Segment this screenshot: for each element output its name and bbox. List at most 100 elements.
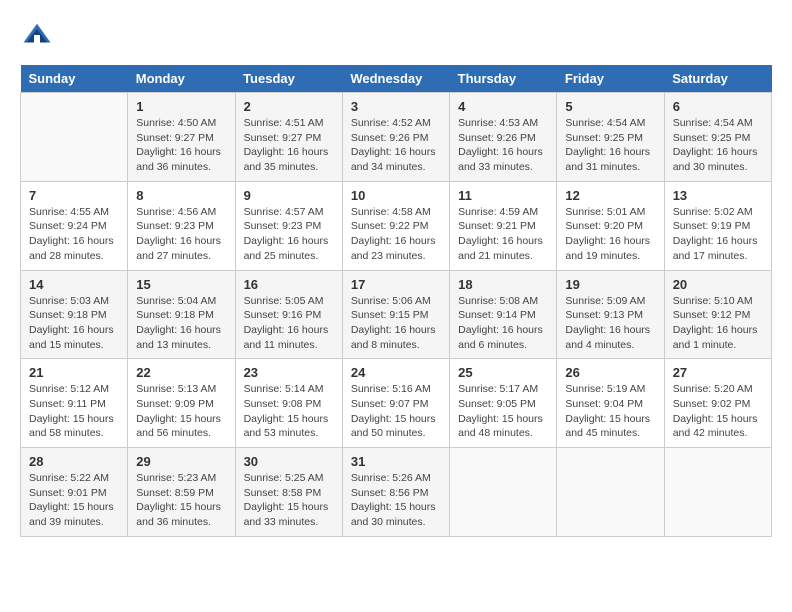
calendar-cell: 28 Sunrise: 5:22 AM Sunset: 9:01 PM Dayli… — [21, 448, 128, 537]
day-number: 12 — [565, 188, 655, 203]
calendar-cell: 10 Sunrise: 4:58 AM Sunset: 9:22 PM Dayli… — [342, 181, 449, 270]
day-info: Sunrise: 5:01 AM Sunset: 9:20 PM Dayligh… — [565, 205, 655, 264]
week-row-4: 21 Sunrise: 5:12 AM Sunset: 9:11 PM Dayli… — [21, 359, 772, 448]
day-info: Sunrise: 5:08 AM Sunset: 9:14 PM Dayligh… — [458, 294, 548, 353]
day-info: Sunrise: 4:53 AM Sunset: 9:26 PM Dayligh… — [458, 116, 548, 175]
day-number: 20 — [673, 277, 763, 292]
day-number: 10 — [351, 188, 441, 203]
calendar-cell: 8 Sunrise: 4:56 AM Sunset: 9:23 PM Daylig… — [128, 181, 235, 270]
day-number: 14 — [29, 277, 119, 292]
day-number: 4 — [458, 99, 548, 114]
header-day-tuesday: Tuesday — [235, 65, 342, 93]
day-info: Sunrise: 5:09 AM Sunset: 9:13 PM Dayligh… — [565, 294, 655, 353]
calendar-cell — [450, 448, 557, 537]
day-info: Sunrise: 5:16 AM Sunset: 9:07 PM Dayligh… — [351, 382, 441, 441]
day-number: 1 — [136, 99, 226, 114]
header-day-thursday: Thursday — [450, 65, 557, 93]
day-info: Sunrise: 4:55 AM Sunset: 9:24 PM Dayligh… — [29, 205, 119, 264]
calendar-cell: 20 Sunrise: 5:10 AM Sunset: 9:12 PM Dayli… — [664, 270, 771, 359]
day-number: 16 — [244, 277, 334, 292]
calendar-cell: 14 Sunrise: 5:03 AM Sunset: 9:18 PM Dayli… — [21, 270, 128, 359]
day-number: 2 — [244, 99, 334, 114]
calendar-cell: 7 Sunrise: 4:55 AM Sunset: 9:24 PM Daylig… — [21, 181, 128, 270]
day-info: Sunrise: 5:22 AM Sunset: 9:01 PM Dayligh… — [29, 471, 119, 530]
calendar-cell: 22 Sunrise: 5:13 AM Sunset: 9:09 PM Dayli… — [128, 359, 235, 448]
day-number: 15 — [136, 277, 226, 292]
calendar-cell: 2 Sunrise: 4:51 AM Sunset: 9:27 PM Daylig… — [235, 93, 342, 182]
week-row-5: 28 Sunrise: 5:22 AM Sunset: 9:01 PM Dayli… — [21, 448, 772, 537]
calendar-cell: 26 Sunrise: 5:19 AM Sunset: 9:04 PM Dayli… — [557, 359, 664, 448]
calendar-cell: 9 Sunrise: 4:57 AM Sunset: 9:23 PM Daylig… — [235, 181, 342, 270]
day-info: Sunrise: 5:17 AM Sunset: 9:05 PM Dayligh… — [458, 382, 548, 441]
day-info: Sunrise: 4:58 AM Sunset: 9:22 PM Dayligh… — [351, 205, 441, 264]
calendar-cell: 15 Sunrise: 5:04 AM Sunset: 9:18 PM Dayli… — [128, 270, 235, 359]
calendar-cell: 25 Sunrise: 5:17 AM Sunset: 9:05 PM Dayli… — [450, 359, 557, 448]
day-number: 22 — [136, 365, 226, 380]
day-info: Sunrise: 4:52 AM Sunset: 9:26 PM Dayligh… — [351, 116, 441, 175]
calendar-table: SundayMondayTuesdayWednesdayThursdayFrid… — [20, 65, 772, 537]
header-day-friday: Friday — [557, 65, 664, 93]
day-info: Sunrise: 5:10 AM Sunset: 9:12 PM Dayligh… — [673, 294, 763, 353]
calendar-cell: 29 Sunrise: 5:23 AM Sunset: 8:59 PM Dayli… — [128, 448, 235, 537]
day-info: Sunrise: 5:03 AM Sunset: 9:18 PM Dayligh… — [29, 294, 119, 353]
day-info: Sunrise: 4:56 AM Sunset: 9:23 PM Dayligh… — [136, 205, 226, 264]
calendar-cell: 31 Sunrise: 5:26 AM Sunset: 8:56 PM Dayli… — [342, 448, 449, 537]
day-number: 3 — [351, 99, 441, 114]
day-number: 5 — [565, 99, 655, 114]
calendar-cell: 16 Sunrise: 5:05 AM Sunset: 9:16 PM Dayli… — [235, 270, 342, 359]
day-number: 13 — [673, 188, 763, 203]
calendar-cell: 5 Sunrise: 4:54 AM Sunset: 9:25 PM Daylig… — [557, 93, 664, 182]
calendar-cell: 27Sunrise: 5:20 AM Sunset: 9:02 PM Dayli… — [664, 359, 771, 448]
calendar-cell — [557, 448, 664, 537]
day-number: 17 — [351, 277, 441, 292]
header-day-wednesday: Wednesday — [342, 65, 449, 93]
day-number: 30 — [244, 454, 334, 469]
day-number: 18 — [458, 277, 548, 292]
day-number: 25 — [458, 365, 548, 380]
day-number: 31 — [351, 454, 441, 469]
day-info: Sunrise: 4:51 AM Sunset: 9:27 PM Dayligh… — [244, 116, 334, 175]
day-info: Sunrise: 5:25 AM Sunset: 8:58 PM Dayligh… — [244, 471, 334, 530]
logo-mark — [20, 20, 52, 55]
day-info: Sunrise: 5:12 AM Sunset: 9:11 PM Dayligh… — [29, 382, 119, 441]
calendar-cell: 19 Sunrise: 5:09 AM Sunset: 9:13 PM Dayli… — [557, 270, 664, 359]
header-day-sunday: Sunday — [21, 65, 128, 93]
day-info: Sunrise: 5:04 AM Sunset: 9:18 PM Dayligh… — [136, 294, 226, 353]
day-number: 9 — [244, 188, 334, 203]
day-number: 27 — [673, 365, 763, 380]
day-info: Sunrise: 4:50 AM Sunset: 9:27 PM Dayligh… — [136, 116, 226, 175]
calendar-cell: 21 Sunrise: 5:12 AM Sunset: 9:11 PM Dayli… — [21, 359, 128, 448]
calendar-cell: 4 Sunrise: 4:53 AM Sunset: 9:26 PM Daylig… — [450, 93, 557, 182]
day-info: Sunrise: 5:05 AM Sunset: 9:16 PM Dayligh… — [244, 294, 334, 353]
day-info: Sunrise: 5:02 AM Sunset: 9:19 PM Dayligh… — [673, 205, 763, 264]
day-number: 24 — [351, 365, 441, 380]
day-info: Sunrise: 5:23 AM Sunset: 8:59 PM Dayligh… — [136, 471, 226, 530]
calendar-cell — [664, 448, 771, 537]
day-number: 29 — [136, 454, 226, 469]
day-info: Sunrise: 5:19 AM Sunset: 9:04 PM Dayligh… — [565, 382, 655, 441]
day-number: 8 — [136, 188, 226, 203]
day-number: 21 — [29, 365, 119, 380]
week-row-2: 7 Sunrise: 4:55 AM Sunset: 9:24 PM Daylig… — [21, 181, 772, 270]
day-number: 11 — [458, 188, 548, 203]
calendar-cell: 30 Sunrise: 5:25 AM Sunset: 8:58 PM Dayli… — [235, 448, 342, 537]
calendar-cell: 17Sunrise: 5:06 AM Sunset: 9:15 PM Dayli… — [342, 270, 449, 359]
day-info: Sunrise: 4:54 AM Sunset: 9:25 PM Dayligh… — [565, 116, 655, 175]
day-info: Sunrise: 5:13 AM Sunset: 9:09 PM Dayligh… — [136, 382, 226, 441]
calendar-body: 1 Sunrise: 4:50 AM Sunset: 9:27 PM Daylig… — [21, 93, 772, 537]
day-info: Sunrise: 5:26 AM Sunset: 8:56 PM Dayligh… — [351, 471, 441, 530]
header — [20, 20, 772, 55]
day-number: 19 — [565, 277, 655, 292]
day-number: 28 — [29, 454, 119, 469]
day-number: 26 — [565, 365, 655, 380]
calendar-cell: 1 Sunrise: 4:50 AM Sunset: 9:27 PM Daylig… — [128, 93, 235, 182]
day-number: 7 — [29, 188, 119, 203]
day-info: Sunrise: 4:57 AM Sunset: 9:23 PM Dayligh… — [244, 205, 334, 264]
calendar-cell: 3 Sunrise: 4:52 AM Sunset: 9:26 PM Daylig… — [342, 93, 449, 182]
calendar-cell: 12 Sunrise: 5:01 AM Sunset: 9:20 PM Dayli… — [557, 181, 664, 270]
calendar-cell: 18 Sunrise: 5:08 AM Sunset: 9:14 PM Dayli… — [450, 270, 557, 359]
header-day-monday: Monday — [128, 65, 235, 93]
calendar-cell: 11Sunrise: 4:59 AM Sunset: 9:21 PM Dayli… — [450, 181, 557, 270]
day-info: Sunrise: 5:14 AM Sunset: 9:08 PM Dayligh… — [244, 382, 334, 441]
calendar-cell: 24 Sunrise: 5:16 AM Sunset: 9:07 PM Dayli… — [342, 359, 449, 448]
